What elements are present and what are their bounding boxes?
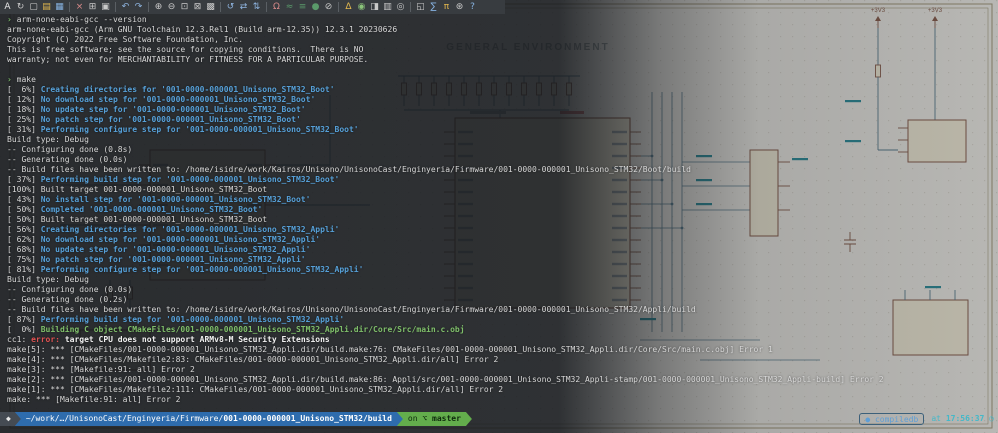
terminal-line: [ 25%] No patch step for '001-0000-00000… (7, 115, 301, 124)
zoom-selection-icon[interactable]: ⊠ (191, 0, 204, 14)
scripting-icon[interactable]: π (440, 0, 453, 14)
add-junction-icon[interactable]: ● (309, 0, 322, 14)
git-branch-name: master (432, 414, 461, 423)
time-value: 17:56:37 (945, 414, 985, 423)
tool-label: compiledb (874, 415, 919, 424)
zoom-fit-icon[interactable]: ⊡ (178, 0, 191, 14)
terminal-line: arm-none-eabi-gcc (Arm GNU Toolchain 12.… (7, 25, 398, 34)
screen: GENERAL ENVIRONMENT (0, 0, 998, 433)
terminal-line: This is free software; see the source fo… (7, 45, 364, 54)
add-bus-icon[interactable]: ≡ (296, 0, 309, 14)
help-icon[interactable]: ? (466, 0, 479, 14)
terminal-line: make: *** [Makefile:91: all] Error 2 (7, 395, 181, 404)
terminal-line: Build type: Debug (7, 135, 89, 144)
prompt-time: at 17:56:37 ◷ (931, 412, 994, 426)
save-icon[interactable]: ▦ (53, 0, 66, 14)
grid-icon[interactable]: ▩ (204, 0, 217, 14)
terminal-line: warranty; not even for MERCHANTABILITY o… (7, 55, 369, 64)
terminal-line: cc1: error: target CPU does not support … (7, 335, 330, 344)
erc-check-icon[interactable]: ◉ (355, 0, 368, 14)
print-icon[interactable]: ▥ (381, 0, 394, 14)
terminal-line: Build type: Debug (7, 275, 89, 284)
terminal-line: -- Configuring done (0.8s) (7, 145, 133, 154)
plot-icon[interactable]: ◨ (368, 0, 381, 14)
terminal-line: -- Configuring done (0.0s) (7, 285, 133, 294)
terminal-line: [ 75%] No patch step for '001-0000-00000… (7, 255, 306, 264)
terminal-line: make[4]: *** [CMakeFiles/Makefile2:83: C… (7, 355, 499, 364)
terminal-line: [ 68%] No update step for '001-0000-0000… (7, 245, 311, 254)
clock-icon: ◷ (989, 414, 994, 423)
terminal-line: Copyright (C) 2022 Free Software Foundat… (7, 35, 244, 44)
terminal-line: make[1]: *** [CMakeFiles/Makefile2:111: … (7, 385, 504, 394)
terminal-line: [ 56%] Creating directories for '001-000… (7, 225, 340, 234)
cut-icon[interactable]: × (73, 0, 86, 14)
terminal-line: make[5]: *** [CMakeFiles/001-0000-000001… (7, 345, 773, 354)
terminal-line: [ 0%] Building C object CMakeFiles/001-0… (7, 325, 465, 334)
shell-prompt-bar: ◆ ~/work/…/UnisonoCast/Enginyeria/Firmwa… (0, 412, 994, 426)
toolbar-separator (66, 0, 73, 14)
terminal-line: [ 81%] Performing configure step for '00… (7, 265, 364, 274)
settings-icon[interactable]: ⊛ (453, 0, 466, 14)
new-schematic-icon[interactable]: ▢ (27, 0, 40, 14)
rotate-icon[interactable]: ↺ (224, 0, 237, 14)
terminal-line: [100%] Built target 001-0000-000001_Unis… (7, 185, 268, 194)
terminal-line: [ 43%] No install step for '001-0000-000… (7, 195, 311, 204)
os-icon: ◆ (6, 414, 11, 423)
toolbar-separator (112, 0, 119, 14)
prompt-spacer (472, 412, 859, 426)
toolbar-separator (263, 0, 270, 14)
terminal-output[interactable]: › arm-none-eabi-gcc --version arm-none-ea… (7, 15, 998, 405)
copy-icon[interactable]: ⊞ (86, 0, 99, 14)
terminal-line: -- Build files have been written to: /ho… (7, 165, 691, 174)
toolbar-separator (217, 0, 224, 14)
terminal-line: [ 6%] Creating directories for '001-0000… (7, 85, 335, 94)
add-wire-icon[interactable]: ≈ (283, 0, 296, 14)
prompt-git-segment: on ⌥ master (397, 412, 472, 426)
terminal-line: [ 62%] No download step for '001-0000-00… (7, 235, 321, 244)
toolbar-separator (145, 0, 152, 14)
mirror-vertical-icon[interactable]: ⇅ (250, 0, 263, 14)
no-connect-icon[interactable]: ⊘ (322, 0, 335, 14)
terminal-line: [ 50%] Completed '001-0000-000001_Unison… (7, 205, 263, 214)
undo-icon[interactable]: ↶ (119, 0, 132, 14)
refresh-icon[interactable]: ↻ (14, 0, 27, 14)
prompt-path-tail: 001-0000-000001_Unisono_STM32/build (223, 414, 392, 423)
terminal-line: -- Generating done (0.0s) (7, 155, 128, 164)
annotate-icon[interactable]: Δ (342, 0, 355, 14)
prompt-path-head: ~/work/…/UnisonoCast/Enginyeria/Firmware… (25, 414, 224, 423)
terminal-line: [ 31%] Performing configure step for '00… (7, 125, 359, 134)
prompt-path-segment: ~/work/…/UnisonoCast/Enginyeria/Firmware… (15, 412, 403, 426)
toolbar: A ↻ ▢ ▤ ▦ × ⊞ ▣ ↶ ↷ ⊕ ⊖ ⊡ ⊠ ▩ ↺ ⇄ ⇅ Ω ≈ ≡ ● ⊘ Δ ◉ ◨ ▥ ◎ ◱ ∑ π ⊛? (0, 0, 505, 14)
terminal-line: make[2]: *** [CMakeFiles/001-0000-000001… (7, 375, 884, 384)
terminal-line: [ 18%] No update step for '001-0000-0000… (7, 105, 306, 114)
mirror-horizontal-icon[interactable]: ⇄ (237, 0, 250, 14)
redo-icon[interactable]: ↷ (132, 0, 145, 14)
terminal-line: [ 87%] Performing build step for '001-00… (7, 315, 345, 324)
terminal-line: [ 12%] No download step for '001-0000-00… (7, 95, 316, 104)
terminal-line: -- Build files have been written to: /ho… (7, 305, 696, 314)
git-prefix: on (407, 414, 418, 423)
terminal-line: › make (7, 75, 36, 84)
zoom-in-icon[interactable]: ⊕ (152, 0, 165, 14)
zoom-out-icon[interactable]: ⊖ (165, 0, 178, 14)
terminal-line: [ 50%] Built target 001-0000-000001_Unis… (7, 215, 268, 224)
add-symbol-icon[interactable]: Ω (270, 0, 283, 14)
open-icon[interactable]: ▤ (40, 0, 53, 14)
compiledb-badge: ● compiledb (859, 413, 925, 425)
terminal-line: › arm-none-eabi-gcc --version (7, 15, 147, 24)
simulator-icon[interactable]: ∑ (427, 0, 440, 14)
terminal-line: make[3]: *** [Makefile:91: all] Error 2 (7, 365, 195, 374)
time-label: at (931, 414, 941, 423)
toolbar-separator (335, 0, 342, 14)
hierarchy-sheet-icon[interactable]: ◱ (414, 0, 427, 14)
toolbar-separator (407, 0, 414, 14)
terminal-line: [ 37%] Performing build step for '001-00… (7, 175, 340, 184)
paste-icon[interactable]: ▣ (99, 0, 112, 14)
text-label-icon[interactable]: A (1, 0, 14, 14)
find-icon[interactable]: ◎ (394, 0, 407, 14)
terminal-line: -- Generating done (0.2s) (7, 295, 128, 304)
